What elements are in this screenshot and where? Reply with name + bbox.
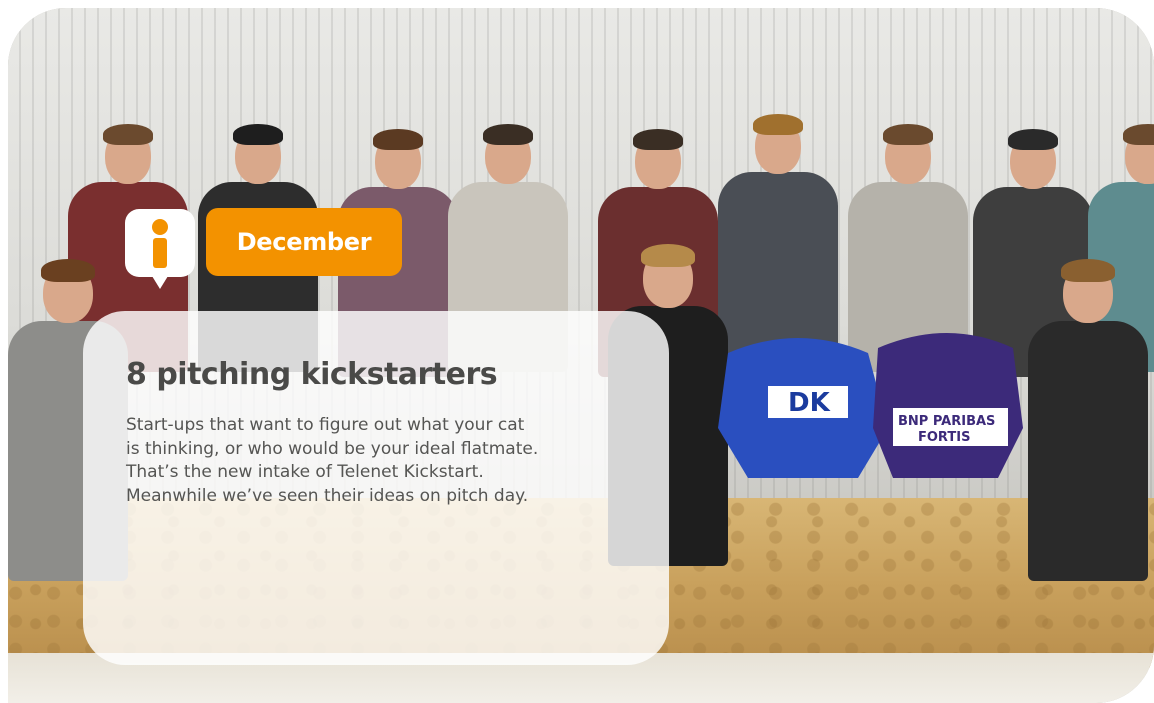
jersey-sponsor-line-2: FORTIS [918, 430, 970, 445]
month-badge: December [206, 208, 402, 276]
info-icon [125, 209, 195, 289]
info-icon-speech-tail [152, 276, 168, 289]
article-summary-line: Meanwhile we’ve seen their ideas on pitc… [126, 485, 529, 506]
article-summary-line: is thinking, or who would be your ideal … [126, 438, 539, 459]
purple-jersey [873, 333, 1023, 478]
info-icon-dot [152, 219, 168, 235]
news-card[interactable]: DK BNP PARIBAS FORTIS [8, 8, 1154, 703]
jersey-sponsor-line-1: BNP PARIBAS [898, 414, 995, 429]
article-summary: Start-ups that want to figure out what y… [126, 414, 646, 508]
jersey-sponsor-text: DK [788, 388, 831, 418]
info-icon-stem [153, 238, 167, 268]
article-summary-line: That’s the new intake of Telenet Kicksta… [126, 462, 484, 483]
article-summary-line: Start-ups that want to figure out what y… [126, 415, 525, 435]
article-title[interactable]: 8 pitching kickstarters [126, 357, 498, 392]
